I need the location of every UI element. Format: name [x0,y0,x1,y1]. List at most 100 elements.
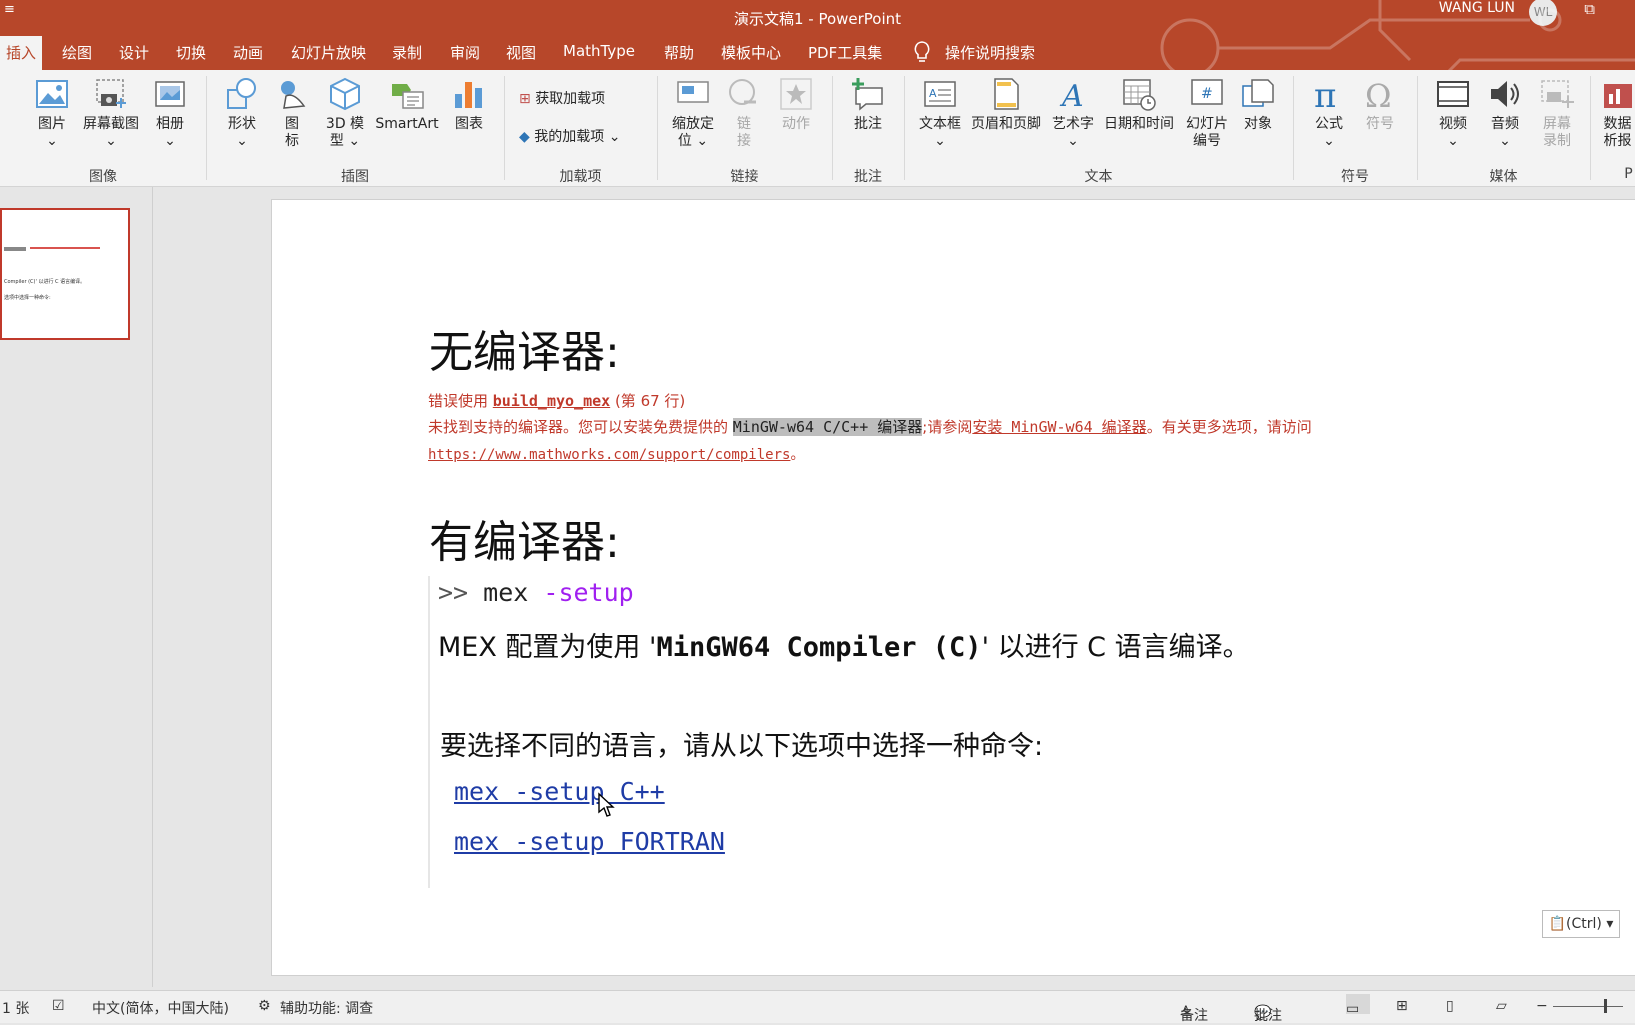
link-button[interactable]: 链接 [726,76,762,150]
group-label-addins: 加载项 [559,169,602,185]
group-label-links: 链接 [730,169,759,185]
mex-setup-cpp-link[interactable]: mex -setup C++ [454,777,665,806]
spellcheck-icon[interactable]: ☑ [52,998,65,1014]
accessibility-status[interactable]: 辅助功能: 调查 [280,998,373,1018]
language-indicator[interactable]: 中文(简体，中国大陆) [92,998,229,1018]
group-separator [1590,76,1591,180]
object-button[interactable]: 对象 [1236,76,1280,133]
symbol-button[interactable]: Ω 符号 [1358,76,1402,133]
thumb-highlight-bar [4,247,26,251]
zoom-out-button[interactable]: − [1536,998,1548,1014]
chevron-down-icon: ⌄ [934,133,946,149]
heading-with-compiler: 有编译器: [429,517,620,568]
build-myo-mex-link[interactable]: build_myo_mex [493,392,610,410]
wordart-icon: A [1059,79,1084,112]
paste-options-button[interactable]: 📋(Ctrl) ▾ [1542,910,1620,938]
command-line: >> mex -setup [438,578,634,607]
screen-recording-button[interactable]: 屏幕 录制 [1535,76,1579,150]
chevron-down-icon: ⌄ [1323,133,1335,149]
slideshow-view-icon[interactable]: ▱ [1496,998,1507,1014]
tab-record[interactable]: 录制 [392,42,422,63]
group-label-symbols: 符号 [1341,169,1369,185]
tab-design[interactable]: 设计 [119,42,149,63]
chevron-down-icon: ⌄ [46,133,58,149]
group-separator [1293,76,1294,180]
slide-thumbnail[interactable]: Compiler (C)' 以进行 C 语言编译。 选项中选择一种命令: [0,208,130,340]
data-analysis-button[interactable]: 数据 析报 [1600,76,1635,150]
header-footer-icon [994,78,1019,110]
choose-language-line: 要选择不同的语言，请从以下选项中选择一种命令: [440,731,1044,762]
picture-button[interactable]: 图片 ⌄ [30,76,74,150]
my-addins-button[interactable]: ◆ 我的加载项 ⌄ [519,126,620,146]
chevron-down-icon: ⌄ [236,133,248,149]
error-line-1: 错误使用 build_myo_mex (第 67 行) [428,392,686,410]
install-mingw-link[interactable]: 安装 MinGW-w64 编译器 [972,418,1146,436]
video-button[interactable]: 视频 ⌄ [1431,76,1475,150]
album-icon [155,81,185,107]
get-addins-button[interactable]: ⊞ 获取加载项 [519,88,605,108]
tab-animations[interactable]: 动画 [233,42,263,63]
command-window-border [428,576,430,888]
group-label-images: 图像 [89,169,117,185]
icons-button[interactable]: 图标 [272,76,312,150]
group-label-text: 文本 [1084,169,1113,185]
tab-view[interactable]: 视图 [506,42,536,63]
zoom-slider[interactable] [1553,1006,1623,1007]
tab-draw[interactable]: 绘图 [62,42,92,63]
mex-setup-fortran-link[interactable]: mex -setup FORTRAN [454,827,725,856]
film-icon [1437,81,1469,107]
tab-review[interactable]: 审阅 [450,42,480,63]
chevron-down-icon: ⌄ [1447,133,1459,149]
smartart-button[interactable]: SmartArt [372,76,442,133]
tab-help[interactable]: 帮助 [664,42,694,63]
3d-models-button[interactable]: 3D 模型 ⌄ [322,76,368,150]
caret-down-icon: ▾ [1606,916,1614,932]
tab-pdf-tools[interactable]: PDF工具集 [808,42,882,63]
group-label-p: P [1624,166,1633,182]
bar-chart-icon [455,82,482,108]
shapes-button[interactable]: 形状 ⌄ [222,76,262,150]
zoom-button[interactable]: 缩放定位 ⌄ [668,76,718,150]
datetime-button[interactable]: 日期和时间 [1101,76,1177,133]
header-footer-button[interactable]: 页眉和页脚 [968,76,1044,133]
action-button[interactable]: 动作 [776,76,816,133]
group-separator [657,76,658,180]
status-bar: 1 张 ☑ 中文(简体，中国大陆) ⚙ 辅助功能: 调查 ≙ 备注 💬 批注 ▭… [0,990,1635,1024]
slide-count[interactable]: 1 张 [2,998,29,1018]
audio-button[interactable]: 音频 ⌄ [1483,76,1527,150]
slide-sorter-icon[interactable]: ⊞ [1396,998,1408,1014]
prompt: >> [438,578,469,607]
slide-number-button[interactable]: # 幻灯片 编号 [1182,76,1232,150]
equation-button[interactable]: π 公式 ⌄ [1307,76,1351,150]
report-icon [1604,84,1632,108]
thumb-text-1: Compiler (C)' 以进行 C 语言编译。 [4,279,86,285]
smartart-icon [392,84,424,109]
tab-mathtype[interactable]: MathType [563,42,635,60]
chevron-down-icon: ⌄ [696,133,709,149]
reading-view-icon[interactable]: ▯ [1446,998,1454,1014]
tab-slideshow[interactable]: 幻灯片放映 [291,42,366,63]
group-separator [904,76,905,180]
chart-button[interactable]: 图表 [449,76,489,133]
link-icon [729,79,756,105]
textbox-button[interactable]: A 文本框 ⌄ [916,76,964,150]
slide-canvas[interactable]: 无编译器: 错误使用 build_myo_mex (第 67 行) 未找到支持的… [271,199,1635,976]
ribbon-tabs: 插入 绘图 设计 切换 动画 幻灯片放映 录制 审阅 视图 MathType 帮… [0,0,1635,92]
tab-template-center[interactable]: 模板中心 [721,42,781,63]
tab-transitions[interactable]: 切换 [176,42,206,63]
zoom-icon [677,81,709,103]
tell-me-search[interactable]: 操作说明搜索 [945,42,1035,63]
svg-text:A: A [929,87,937,100]
screenshot-button[interactable]: 屏幕截图 ⌄ [80,76,142,150]
normal-view-button[interactable]: ▭ [1346,994,1370,1017]
error-line-2: 未找到支持的编译器。您可以安装免费提供的 MinGW-w64 C/C++ 编译器… [428,418,1312,436]
tab-insert[interactable]: 插入 [0,36,43,70]
wordart-button[interactable]: A 艺术字 ⌄ [1049,76,1097,150]
svg-text:A: A [1059,79,1084,112]
zoom-slider-thumb[interactable] [1604,999,1607,1013]
addin-cube-icon: ◆ [519,129,530,145]
comment-button[interactable]: 批注 [846,76,890,133]
omega-icon: Ω [1365,77,1392,112]
mathworks-url-link[interactable]: https://www.mathworks.com/support/compil… [428,447,790,463]
album-button[interactable]: 相册 ⌄ [148,76,192,150]
